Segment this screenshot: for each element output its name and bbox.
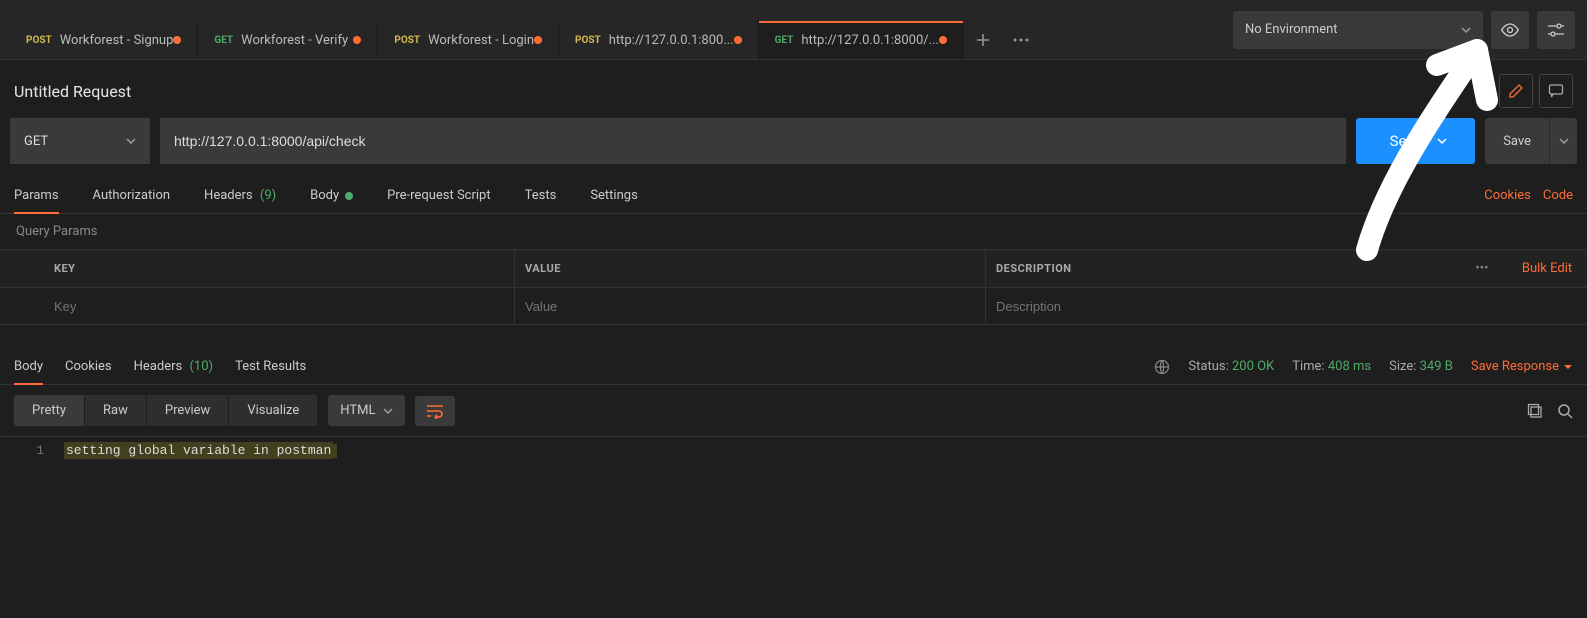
col-description: DESCRIPTION — [986, 250, 1457, 287]
tab-label: Body — [310, 188, 339, 203]
more-columns-button[interactable]: ••• — [1457, 261, 1507, 276]
response-tab-body[interactable]: Body — [14, 349, 43, 384]
copy-icon — [1527, 403, 1543, 419]
send-button[interactable]: Send — [1356, 118, 1476, 164]
tab-verify[interactable]: GET Workforest - Verify — [198, 21, 378, 59]
environment-select[interactable]: No Environment — [1233, 11, 1483, 49]
edit-title-button[interactable] — [1499, 74, 1533, 108]
chevron-down-icon — [383, 408, 393, 414]
tab-title: http://127.0.0.1:800... — [609, 33, 734, 48]
tab-settings[interactable]: Settings — [590, 178, 637, 213]
chevron-down-icon — [126, 138, 136, 144]
tab-label: Headers — [204, 188, 253, 203]
tab-title: http://127.0.0.1:8000/... — [801, 33, 939, 48]
status-block: Status: 200 OK — [1188, 359, 1274, 374]
save-response-button[interactable]: Save Response — [1471, 359, 1573, 374]
wrap-lines-button[interactable] — [415, 396, 455, 426]
headers-count: (9) — [260, 188, 276, 203]
cookies-link[interactable]: Cookies — [1484, 188, 1531, 203]
tab-title: Workforest - Signup — [60, 33, 174, 48]
url-input[interactable] — [160, 118, 1346, 164]
type-label: HTML — [340, 403, 375, 418]
tab-headers[interactable]: Headers (9) — [204, 178, 276, 213]
new-tab-button[interactable] — [964, 21, 1002, 59]
comment-icon — [1548, 83, 1564, 99]
send-label: Send — [1390, 132, 1424, 150]
dirty-dot-icon — [734, 36, 742, 44]
view-preview[interactable]: Preview — [147, 395, 229, 426]
headers-count: (10) — [189, 359, 213, 374]
environment-label: No Environment — [1245, 22, 1338, 37]
dirty-dot-icon — [173, 36, 181, 44]
value-input[interactable] — [525, 299, 985, 314]
tab-signup[interactable]: POST Workforest - Signup — [10, 21, 198, 59]
tab-authorization[interactable]: Authorization — [93, 178, 171, 213]
view-visualize[interactable]: Visualize — [229, 395, 318, 426]
tab-prerequest[interactable]: Pre-request Script — [387, 178, 490, 213]
network-info-button[interactable] — [1154, 359, 1170, 375]
method-label: GET — [214, 35, 233, 46]
col-value: VALUE — [515, 250, 986, 287]
code-line[interactable]: setting global variable in postman — [60, 437, 1587, 464]
tab-label: Headers — [134, 359, 183, 374]
tabs-row: POST Workforest - Signup GET Workforest … — [0, 0, 1221, 59]
response-tab-tests[interactable]: Test Results — [235, 349, 306, 384]
request-title: Untitled Request — [14, 82, 1499, 101]
method-select[interactable]: GET — [10, 118, 150, 164]
search-button[interactable] — [1557, 403, 1573, 419]
comments-button[interactable] — [1539, 74, 1573, 108]
method-label: GET — [775, 35, 794, 46]
tab-login[interactable]: POST Workforest - Login — [378, 21, 559, 59]
wrap-icon — [425, 403, 445, 419]
chevron-down-icon — [1559, 138, 1569, 144]
tab-title: Workforest - Login — [428, 33, 534, 48]
view-raw[interactable]: Raw — [85, 395, 147, 426]
chevron-down-icon — [1563, 364, 1573, 370]
tab-req4[interactable]: POST http://127.0.0.1:800... — [559, 21, 759, 59]
more-tabs-button[interactable] — [1002, 21, 1040, 59]
pencil-icon — [1508, 83, 1524, 99]
query-params-label: Query Params — [0, 214, 1587, 249]
view-mode-segment: Pretty Raw Preview Visualize — [14, 395, 318, 426]
response-tab-headers[interactable]: Headers (10) — [134, 349, 213, 384]
dirty-dot-icon — [939, 36, 947, 44]
tab-tests[interactable]: Tests — [525, 178, 557, 213]
globe-icon — [1154, 359, 1170, 375]
copy-button[interactable] — [1527, 403, 1543, 419]
eye-icon — [1500, 23, 1520, 37]
method-label: POST — [26, 35, 52, 46]
dirty-dot-icon — [534, 36, 542, 44]
text-cursor-icon — [333, 444, 337, 458]
code-link[interactable]: Code — [1543, 188, 1573, 203]
save-dropdown-button[interactable] — [1549, 118, 1577, 164]
sliders-icon — [1547, 23, 1565, 37]
tab-req5[interactable]: GET http://127.0.0.1:8000/... — [759, 21, 964, 59]
line-number: 1 — [0, 437, 60, 464]
description-input[interactable] — [996, 299, 1457, 314]
col-key: KEY — [44, 250, 515, 287]
bulk-edit-link[interactable]: Bulk Edit — [1507, 261, 1587, 276]
environment-quicklook-button[interactable] — [1491, 11, 1529, 49]
chevron-down-icon — [1461, 27, 1471, 33]
dirty-dot-icon — [353, 36, 361, 44]
response-body: 1 setting global variable in postman — [0, 437, 1587, 464]
tab-body[interactable]: Body — [310, 178, 353, 213]
view-pretty[interactable]: Pretty — [14, 395, 85, 426]
body-type-select[interactable]: HTML — [328, 395, 405, 426]
method-value: GET — [24, 134, 48, 149]
time-block: Time: 408 ms — [1292, 359, 1371, 374]
key-input[interactable] — [54, 299, 514, 314]
save-button[interactable]: Save — [1485, 118, 1549, 164]
tab-title: Workforest - Verify — [241, 33, 348, 48]
environment-settings-button[interactable] — [1537, 11, 1575, 49]
size-block: Size: 349 B — [1389, 359, 1453, 374]
method-label: POST — [394, 35, 420, 46]
search-icon — [1557, 403, 1573, 419]
body-indicator-icon — [345, 192, 353, 200]
chevron-down-icon — [1437, 138, 1447, 144]
response-tab-cookies[interactable]: Cookies — [65, 349, 112, 384]
tab-params[interactable]: Params — [14, 178, 59, 213]
method-label: POST — [575, 35, 601, 46]
